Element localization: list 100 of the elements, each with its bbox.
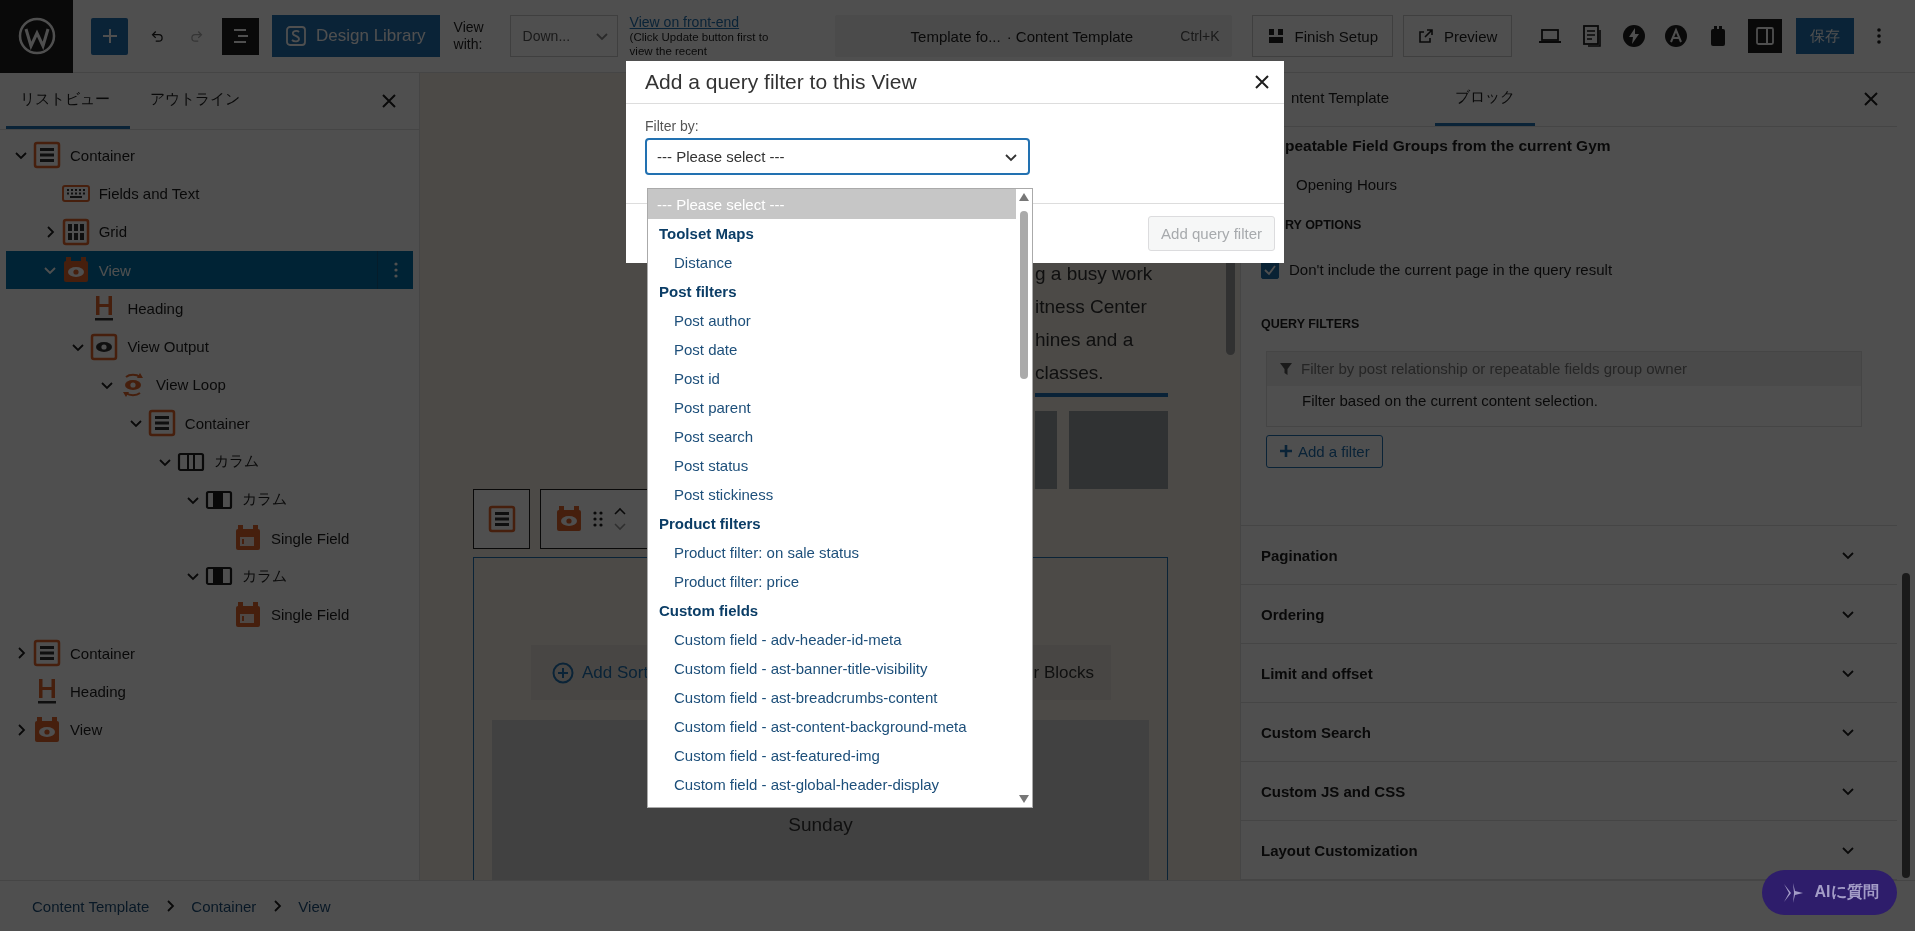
- calendar-eye-icon: [33, 715, 61, 744]
- tree-item[interactable]: View: [6, 250, 413, 290]
- finish-setup-button[interactable]: Finish Setup: [1251, 15, 1393, 57]
- tab[interactable]: アウトライン: [136, 73, 260, 129]
- option-label: Opening Hours: [1295, 175, 1398, 193]
- tree-item[interactable]: View Output: [6, 327, 413, 366]
- dropdown-option[interactable]: Custom field - ast-global-header-display: [648, 770, 1016, 799]
- option-group-label: Post filters: [658, 282, 738, 302]
- design-library-button[interactable]: Design Library: [272, 15, 440, 57]
- tree-item[interactable]: Heading: [6, 289, 413, 328]
- paragraph-text: itness Center: [1035, 295, 1148, 319]
- filter-icon: [1279, 361, 1293, 376]
- scrollbar[interactable]: [1902, 573, 1910, 878]
- bolt-icon[interactable]: [1622, 24, 1647, 48]
- dropdown-option[interactable]: Post status: [648, 451, 1016, 480]
- tab[interactable]: ブロック: [1435, 73, 1536, 126]
- option-group-label: Custom fields: [658, 601, 760, 621]
- front-end-link[interactable]: View on front-end: [629, 14, 740, 30]
- checkbox-label: Don't include the current page in the query result: [1289, 261, 1613, 279]
- tree-item[interactable]: Container: [6, 404, 413, 443]
- dropdown-option[interactable]: Post search: [648, 422, 1016, 451]
- dropdown-option[interactable]: Custom field - ast-featured-img: [648, 741, 1016, 770]
- tree-item[interactable]: カラム: [6, 557, 413, 596]
- drag-handle-icon[interactable]: [593, 510, 603, 528]
- tree-item[interactable]: Grid: [6, 212, 413, 251]
- ask-ai-button[interactable]: AIに質問: [1762, 870, 1897, 915]
- dropdown-option[interactable]: Custom field - ast-breadcrumbs-content: [648, 683, 1016, 712]
- paragraph-text: classes.: [1035, 361, 1105, 385]
- eye-icon: [90, 332, 119, 361]
- section-heading: peatable Field Groups from the current Gym: [1284, 136, 1612, 155]
- accordion-header[interactable]: Ordering: [1241, 585, 1897, 644]
- accordion-header[interactable]: Limit and offset: [1241, 644, 1897, 703]
- more-icon[interactable]: [1876, 26, 1883, 46]
- option-group-label: Toolset Maps: [658, 224, 755, 244]
- dropdown-option[interactable]: Distance: [648, 248, 1016, 277]
- field-label: Filter by:: [645, 118, 700, 134]
- hint-text: (Click Update button first to view the recent: [629, 30, 770, 58]
- sidebar-toggle-button[interactable]: [1748, 19, 1783, 53]
- tree-item[interactable]: Heading: [6, 672, 413, 711]
- paragraph-text: hines and a: [1035, 328, 1135, 352]
- filter-select[interactable]: --- Please select ---: [645, 138, 1030, 175]
- dropdown-option[interactable]: Post parent: [648, 393, 1016, 422]
- option-group-label: Product filters: [658, 514, 762, 534]
- add-filter-button[interactable]: Add a filter: [1266, 434, 1383, 468]
- dropdown-option[interactable]: Post author: [648, 306, 1016, 335]
- add-sort-button[interactable]: Add Sort: [552, 661, 649, 684]
- container-icon: [487, 505, 516, 533]
- container-icon: [147, 409, 176, 438]
- tree-item[interactable]: Single Field: [6, 518, 413, 558]
- parent-block-button[interactable]: [473, 489, 530, 549]
- accordion-header[interactable]: Custom Search: [1241, 703, 1897, 762]
- dropdown-option[interactable]: Post id: [648, 364, 1016, 393]
- container-icon: [33, 639, 61, 667]
- close-icon[interactable]: [1254, 74, 1270, 90]
- dropdown-option[interactable]: Post date: [648, 335, 1016, 364]
- tree-item[interactable]: View Loop: [6, 365, 413, 405]
- breadcrumb-link[interactable]: Container: [187, 897, 261, 915]
- label: View with:: [453, 18, 485, 54]
- accordion-header[interactable]: Custom JS and CSS: [1241, 762, 1897, 821]
- dropdown-option[interactable]: Custom field - adv-header-id-meta: [648, 625, 1016, 654]
- paragraph-text: g a busy work: [1035, 262, 1154, 286]
- calendar-field-icon: [233, 600, 262, 629]
- save-button[interactable]: 保存: [1796, 18, 1855, 54]
- preview-button[interactable]: Preview: [1403, 15, 1513, 57]
- tree-item[interactable]: View: [6, 710, 413, 749]
- dropdown-option[interactable]: --- Please select ---: [648, 189, 1016, 219]
- plus-circle-icon: [552, 661, 574, 684]
- tab[interactable]: ntent Template: [1285, 73, 1400, 126]
- plus-icon: [1279, 444, 1293, 459]
- scrollbar[interactable]: [1020, 211, 1028, 379]
- grid-icon: [61, 217, 90, 246]
- tree-item[interactable]: Single Field: [6, 595, 413, 634]
- scroll-up-icon[interactable]: [1019, 193, 1029, 201]
- list-view-button[interactable]: [222, 17, 259, 55]
- breadcrumb-link[interactable]: View: [294, 897, 335, 915]
- accordion-header[interactable]: Pagination: [1241, 526, 1897, 585]
- tree-item[interactable]: Fields and Text: [6, 174, 413, 213]
- dropdown-option[interactable]: Custom field - ast-banner-title-visibility: [648, 654, 1016, 683]
- filter-description: Filter based on the current content selection.: [1301, 390, 1599, 411]
- logo[interactable]: [0, 0, 73, 73]
- dropdown-option[interactable]: Post stickiness: [648, 480, 1016, 509]
- tree-item[interactable]: カラム: [6, 480, 413, 519]
- setup-icon: [1266, 27, 1285, 45]
- external-link-icon: [1418, 28, 1434, 44]
- dropdown-option[interactable]: Product filter: price: [648, 567, 1016, 596]
- tree-item[interactable]: Container: [6, 633, 413, 673]
- blocks-button[interactable]: r Blocks: [1033, 662, 1094, 683]
- tab[interactable]: リストビュー: [6, 73, 130, 129]
- dialog-title: Add a query filter to this View: [645, 70, 917, 94]
- section-heading: QUERY FILTERS: [1260, 316, 1361, 331]
- dropdown-option[interactable]: Product filter: on sale status: [648, 538, 1016, 567]
- breadcrumb-link[interactable]: Content Template: [28, 897, 154, 915]
- calendar-eye-icon: [61, 256, 90, 285]
- triangle-logo-icon[interactable]: [1664, 24, 1689, 48]
- calendar-eye-icon: [555, 505, 583, 533]
- sidebar-icon: [1755, 26, 1776, 46]
- add-block-button[interactable]: [91, 17, 128, 55]
- tree-item[interactable]: Container: [6, 136, 413, 175]
- tree-item[interactable]: カラム: [6, 442, 413, 481]
- scroll-down-icon[interactable]: [1019, 795, 1029, 803]
